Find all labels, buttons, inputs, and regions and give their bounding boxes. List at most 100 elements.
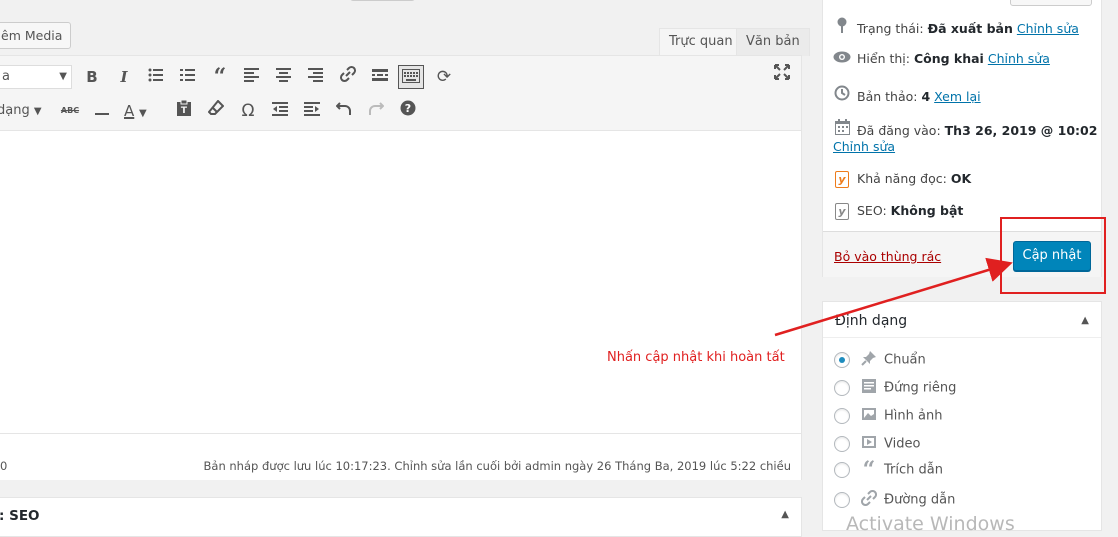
radio-button[interactable] (834, 436, 850, 452)
collapse-toggle-icon[interactable]: ▲ (1081, 315, 1089, 326)
image-icon (860, 406, 878, 426)
horizontal-line-icon[interactable] (90, 99, 114, 123)
visibility-value: Công khai (913, 51, 984, 66)
add-media-button[interactable]: êm Media (0, 22, 72, 49)
format-option-quote[interactable]: “ Trích dẫn (834, 457, 943, 483)
chevron-down-icon: ▼ (33, 106, 42, 117)
format-option-aside[interactable]: Đứng riêng (834, 378, 956, 398)
collapse-toggle-icon[interactable]: ▲ (781, 509, 789, 520)
format-option-video[interactable]: Video (834, 434, 920, 454)
readability-label: Khả năng đọc: (857, 171, 947, 186)
status-label: Trạng thái: (857, 21, 924, 36)
format-option-image[interactable]: Hình ảnh (834, 406, 942, 426)
radio-button[interactable] (834, 352, 850, 368)
update-button-highlight (1000, 217, 1106, 294)
quote-icon: “ (862, 457, 876, 483)
svg-text:T: T (181, 106, 188, 116)
video-icon (860, 434, 878, 454)
format-select-value: a (2, 69, 10, 84)
undo-icon[interactable] (332, 99, 356, 123)
post-format-header[interactable]: Định dạng ▲ (823, 302, 1101, 338)
radio-button[interactable] (834, 408, 850, 424)
seo-metabox-title: : SEO (0, 508, 40, 524)
format-option-standard[interactable]: Chuẩn (834, 350, 926, 370)
radio-button[interactable] (834, 462, 850, 478)
bullet-list-icon[interactable] (144, 65, 168, 89)
yoast-readability-icon: y (833, 171, 851, 188)
seo-score-label: SEO: (857, 203, 887, 218)
chevron-down-icon: ▼ (59, 71, 67, 82)
editor-status-bar: 0 Bản nháp được lưu lúc 10:17:23. Chỉnh … (0, 433, 801, 480)
annotation-text: Nhấn cập nhật khi hoàn tất (607, 350, 785, 365)
browse-revisions-link[interactable]: Xem lại (934, 89, 980, 104)
readability-row: y Khả năng đọc: OK (833, 171, 971, 188)
format-option-label: Chuẩn (884, 352, 926, 368)
seo-score-row: y SEO: Không bật (833, 203, 963, 220)
paste-text-icon[interactable]: T (172, 99, 196, 123)
fullscreen-icon[interactable] (770, 63, 794, 87)
format-option-link[interactable]: Đường dẫn (834, 489, 956, 510)
svg-text:?: ? (405, 102, 411, 115)
top-toolbar-button[interactable] (350, 0, 415, 1)
format-select[interactable]: a ▼ (0, 65, 72, 89)
redo-icon[interactable] (364, 99, 388, 123)
post-format-box: Định dạng ▲ Chuẩn Đứng riêng Hình ảnh Vi… (822, 301, 1102, 531)
paragraph-select[interactable]: dạng ▼ (0, 99, 42, 123)
move-to-trash-link[interactable]: Bỏ vào thùng rác (834, 249, 941, 264)
published-value: Th3 26, 2019 @ 10:02 (944, 123, 1098, 138)
yoast-seo-icon: y (833, 203, 851, 220)
paragraph-select-value: dạng (0, 103, 30, 118)
toolbar-toggle-icon[interactable] (398, 65, 424, 89)
refresh-icon[interactable]: ⟳ (432, 65, 456, 89)
align-center-icon[interactable] (272, 65, 296, 89)
clear-formatting-icon[interactable] (204, 99, 228, 123)
tab-visual[interactable]: Trực quan (659, 28, 743, 56)
align-right-icon[interactable] (304, 65, 328, 89)
strikethrough-icon[interactable]: ABC (58, 99, 82, 123)
link-icon (860, 489, 878, 510)
post-format-title: Định dạng (835, 313, 908, 329)
edit-status-link[interactable]: Chỉnh sửa (1017, 21, 1079, 36)
tab-text[interactable]: Văn bản (736, 28, 810, 56)
read-more-icon[interactable] (368, 65, 392, 89)
aside-icon (860, 378, 878, 398)
seo-metabox: : SEO ▲ (0, 497, 802, 537)
radio-button[interactable] (834, 492, 850, 508)
format-option-label: Hình ảnh (884, 408, 943, 424)
word-count: 0 (0, 459, 8, 473)
blockquote-icon[interactable]: “ (208, 65, 232, 89)
revisions-value: 4 (921, 89, 931, 104)
radio-button[interactable] (834, 380, 850, 396)
link-icon[interactable] (336, 65, 360, 89)
numbered-list-icon[interactable] (176, 65, 200, 89)
edit-visibility-link[interactable]: Chỉnh sửa (988, 51, 1050, 66)
pin-icon (833, 17, 851, 37)
readability-value: OK (950, 171, 972, 186)
edit-date-link[interactable]: Chỉnh sửa (833, 139, 895, 154)
indent-icon[interactable] (300, 99, 324, 123)
help-icon[interactable]: ? (396, 99, 420, 123)
published-date-row: Đã đăng vào: Th3 26, 2019 @ 10:02 (833, 119, 1097, 139)
special-character-icon[interactable]: Ω (236, 99, 260, 123)
visibility-row: Hiển thị: Công khai Chỉnh sửa (833, 51, 1050, 67)
outdent-icon[interactable] (268, 99, 292, 123)
post-status-row: Trạng thái: Đã xuất bản Chỉnh sửa (833, 17, 1079, 37)
format-option-label: Đường dẫn (884, 492, 956, 508)
editor: a ▼ B I “ ⟳ dạng ▼ ABC A ▼ T Ω ? 0 Bản n… (0, 55, 802, 480)
preview-changes-button[interactable] (1010, 0, 1092, 6)
pin-icon (860, 350, 878, 370)
calendar-icon (833, 119, 851, 139)
text-color-icon[interactable]: A ▼ (121, 99, 161, 123)
align-left-icon[interactable] (240, 65, 264, 89)
seo-score-value: Không bật (890, 203, 964, 218)
history-icon (833, 85, 851, 105)
format-option-label: Video (884, 436, 921, 452)
published-label: Đã đăng vào: (857, 123, 941, 138)
italic-icon[interactable]: I (112, 65, 136, 89)
format-option-label: Trích dẫn (884, 462, 943, 478)
revisions-label: Bản thảo: (857, 89, 918, 104)
eye-icon (833, 51, 851, 67)
content-editor[interactable] (0, 132, 801, 432)
windows-activation-watermark: Activate Windows (846, 513, 1015, 535)
bold-icon[interactable]: B (80, 65, 104, 89)
